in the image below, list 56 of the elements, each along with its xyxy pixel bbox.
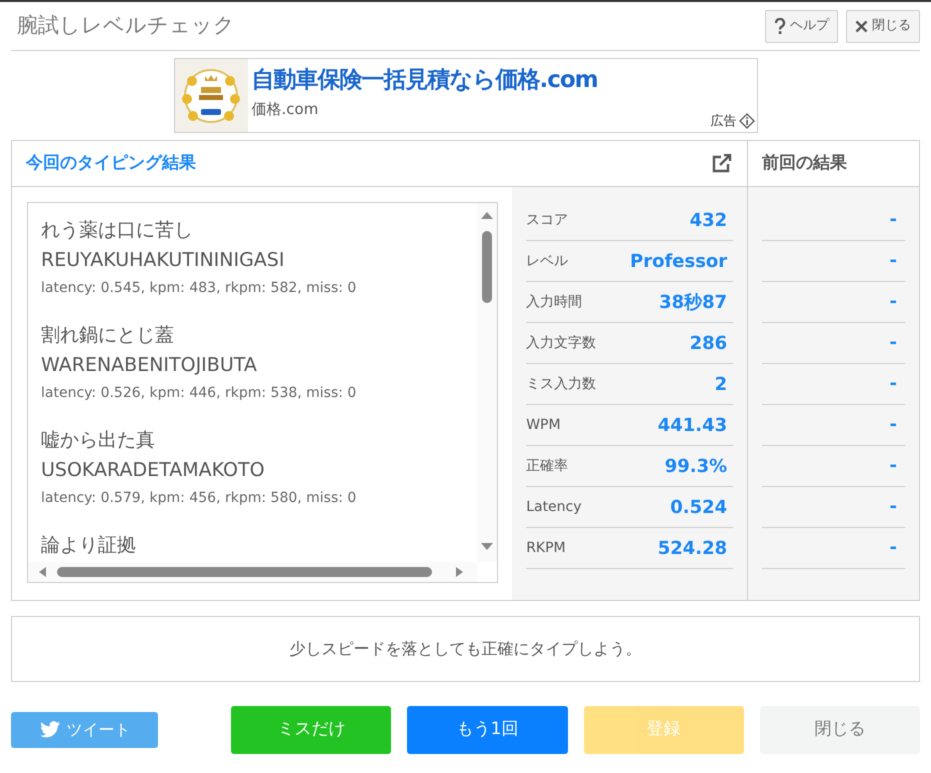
- section-title: 前回の結果: [762, 152, 848, 175]
- metric-label: RKPM: [526, 538, 566, 558]
- metric-label: スコア: [526, 210, 568, 230]
- romaji-text: REUYAKUHAKUTININIGASI: [41, 248, 286, 273]
- retry-misses-button[interactable]: ミスだけ: [231, 706, 392, 754]
- metric-label: 正確率: [526, 456, 568, 476]
- tweet-button[interactable]: ツイート: [11, 712, 158, 748]
- phrase-text: 嘘から出た真: [41, 428, 156, 453]
- metric-value: Professor: [630, 250, 728, 274]
- stats-text: latency: 0.545, kpm: 483, rkpm: 582, miss: 0: [41, 279, 358, 298]
- phrase-text: れう薬は口に苦し: [41, 218, 194, 243]
- ad-label: 広告: [710, 112, 736, 130]
- romaji-text: USOKARADETAMAKOTO: [41, 458, 266, 483]
- info-icon[interactable]: [738, 113, 754, 130]
- previous-value: -: [890, 413, 897, 438]
- section-title: 今回のタイピング結果: [26, 152, 196, 175]
- metric-value: 441.43: [658, 414, 728, 438]
- metric-label: 入力文字数: [526, 334, 596, 352]
- previous-value: -: [890, 495, 897, 520]
- help-icon: [774, 18, 786, 34]
- phrase-text: 論より証拠: [41, 533, 137, 558]
- ad-source: 価格.com: [252, 98, 320, 120]
- external-link-icon[interactable]: [712, 154, 732, 173]
- metric-value: 432: [690, 208, 728, 232]
- page-title: 腕試しレベルチェック: [17, 12, 235, 40]
- close-icon: [855, 20, 868, 32]
- close-button[interactable]: 閉じる: [760, 706, 920, 754]
- previous-value: -: [890, 249, 897, 274]
- metric-value: 286: [690, 332, 728, 356]
- romaji-text: WARENABENITOJIBUTA: [41, 353, 258, 378]
- metric-label: ミス入力数: [526, 374, 596, 394]
- previous-value: -: [890, 331, 897, 356]
- previous-value: -: [890, 290, 897, 314]
- metric-value: 99.3%: [664, 454, 728, 478]
- metric-label: 入力時間: [526, 292, 582, 312]
- previous-value: -: [890, 536, 897, 560]
- ad-headline: 自動車保険一括見積なら価格.com: [252, 66, 598, 95]
- stats-text: latency: 0.579, kpm: 456, rkpm: 580, miss: 0: [41, 489, 358, 508]
- previous-value: -: [890, 208, 897, 232]
- metric-value: 38秒87: [659, 290, 728, 314]
- previous-value: -: [890, 372, 897, 396]
- close-button[interactable]: 閉じる: [846, 10, 920, 42]
- phrase-text: 割れ鍋にとじ蓋: [41, 323, 175, 348]
- stats-text: latency: 0.526, kpm: 446, rkpm: 538, miss: 0: [41, 384, 358, 403]
- retry-button[interactable]: もう1回: [407, 706, 568, 754]
- metric-value: 0.524: [670, 496, 728, 520]
- previous-value: -: [890, 454, 897, 478]
- ad-banner[interactable]: 自動車保険一括見積なら価格.com 価格.com 広告: [174, 58, 758, 133]
- bird-icon: [38, 721, 61, 739]
- metric-label: レベル: [526, 252, 568, 270]
- metric-label: Latency: [526, 498, 582, 516]
- metric-label: WPM: [526, 416, 561, 434]
- metric-value: 524.28: [658, 536, 728, 560]
- advice-message: 少しスピードを落としても正確にタイプしよう。: [290, 638, 642, 660]
- metric-value: 2: [714, 372, 728, 396]
- help-button[interactable]: ヘルプ: [765, 10, 838, 42]
